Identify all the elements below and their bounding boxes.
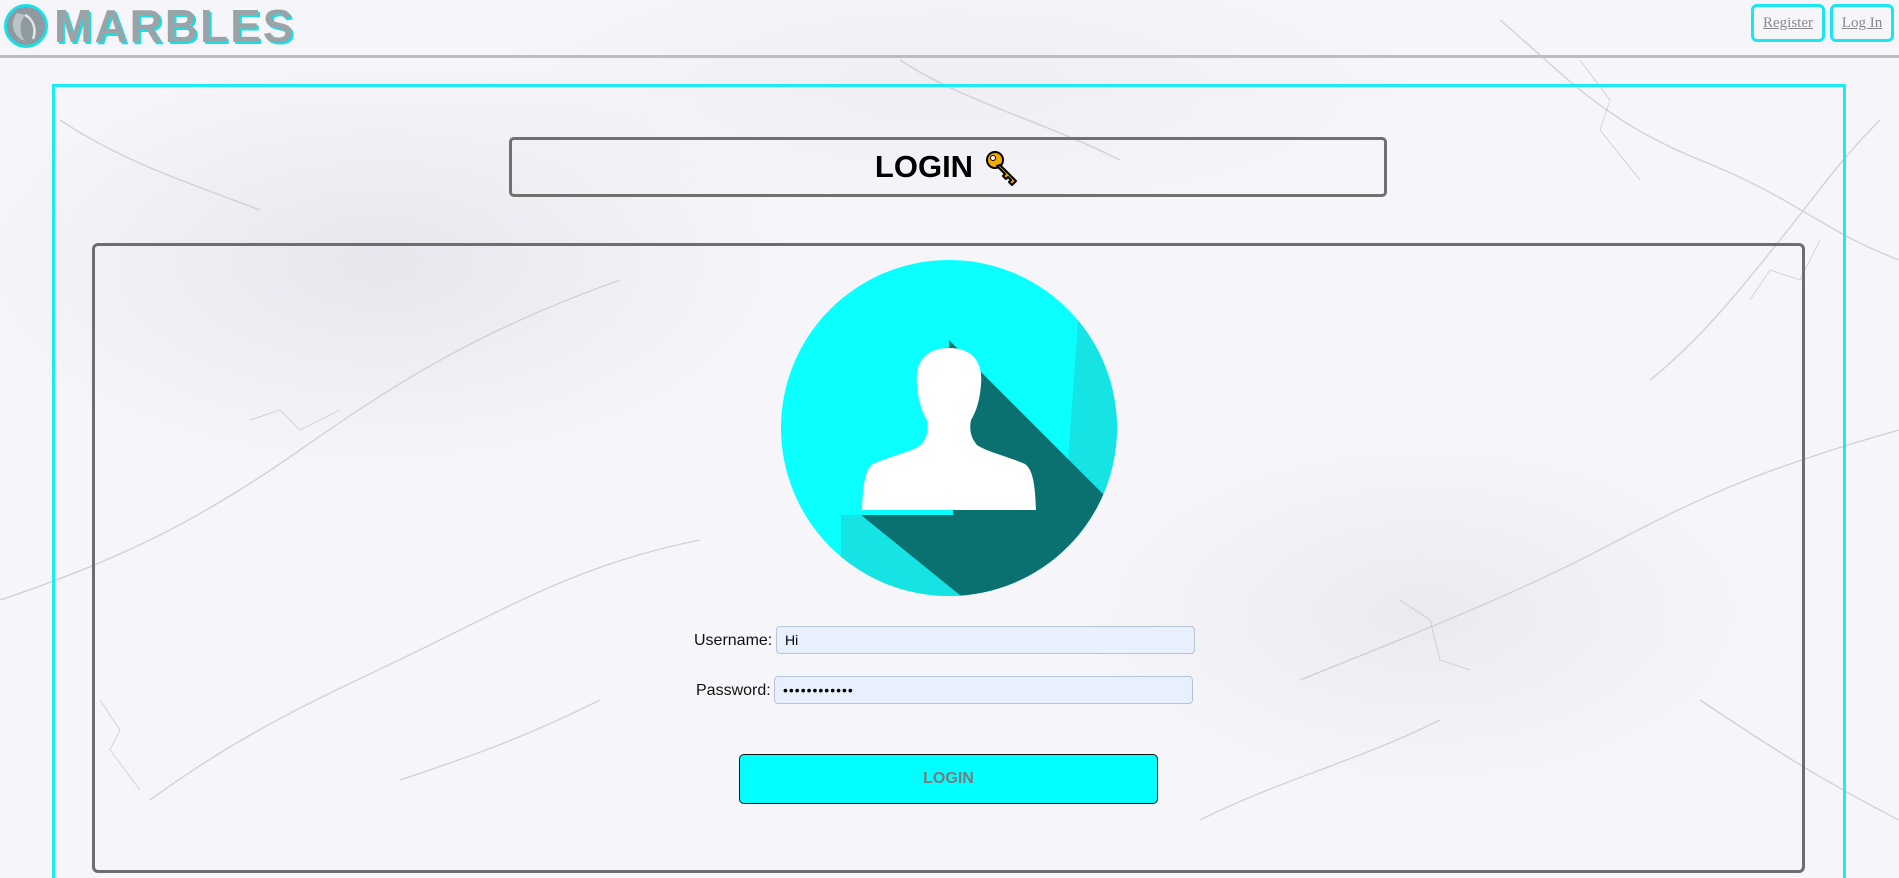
user-avatar-icon [781,260,1117,596]
password-field[interactable]: •••••••••••• [774,676,1193,704]
password-label: Password: [696,682,771,699]
page-title: LOGIN [874,149,974,184]
login-link[interactable]: Log In [1830,4,1894,42]
marbles-leaf-icon[interactable] [4,4,48,48]
login-submit-button[interactable]: LOGIN [739,754,1158,804]
top-header: MARBLES Register Log In [0,0,1899,58]
page-title-box: LOGIN [509,137,1387,197]
username-field[interactable]: Hi [776,626,1195,654]
key-icon [983,148,1021,186]
username-label: Username: [694,632,773,649]
brand-name[interactable]: MARBLES [54,0,295,52]
register-link[interactable]: Register [1751,4,1825,42]
